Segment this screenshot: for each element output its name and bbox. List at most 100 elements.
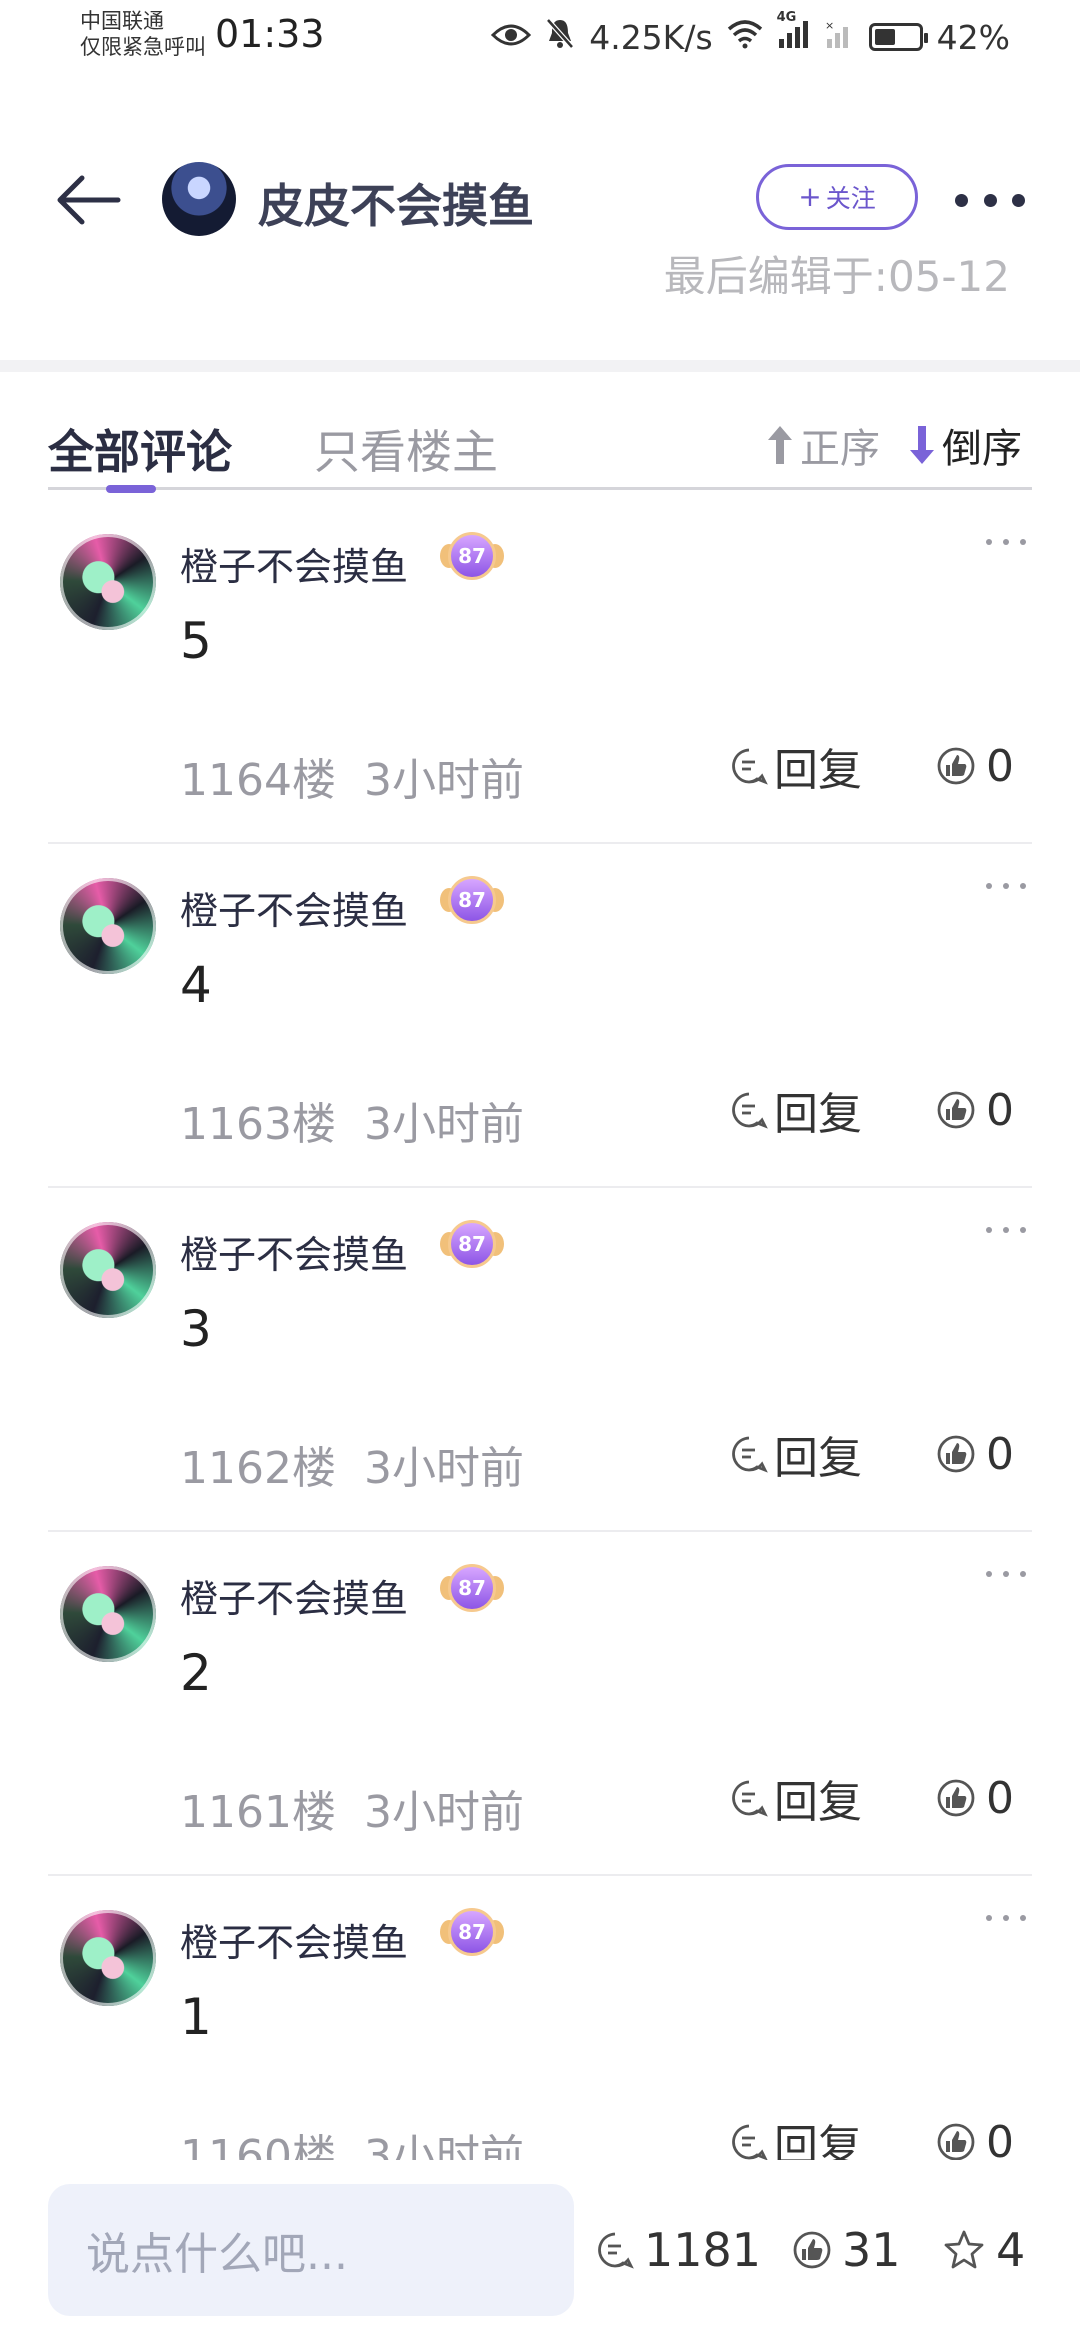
reply-button[interactable]: 回复 [730, 1770, 862, 1828]
comment-input[interactable]: 说点什么吧... [48, 2184, 574, 2316]
carrier-info: 中国联通 仅限紧急呼叫 [80, 8, 206, 60]
level-badge: 87 [440, 874, 504, 930]
comment-more-button[interactable] [986, 1910, 1026, 1926]
comment-more-button[interactable] [986, 1222, 1026, 1238]
comment-more-button[interactable] [986, 534, 1026, 550]
commenter-name[interactable]: 橙子不会摸鱼 [180, 1912, 408, 1967]
level-badge: 87 [440, 1906, 504, 1962]
sort-descending-button[interactable]: 倒序 [906, 416, 1022, 474]
commenter-avatar[interactable] [60, 1222, 156, 1318]
bottom-action-bar: 说点什么吧... 1181 31 4 [0, 2170, 1080, 2340]
tab-only-op[interactable]: 只看楼主 [314, 416, 498, 482]
bell-muted-icon [545, 17, 575, 57]
level-badge: 87 [440, 530, 504, 586]
comment-more-button[interactable] [986, 878, 1026, 894]
reply-label: 回复 [774, 2121, 862, 2160]
commenter-name[interactable]: 橙子不会摸鱼 [180, 1568, 408, 1623]
favorite-button[interactable]: 4 [942, 2214, 1025, 2286]
comments-count: 1181 [644, 2223, 762, 2277]
floor-number: 1164楼 [180, 755, 336, 806]
like-count: 0 [986, 1084, 1014, 1136]
like-button[interactable]: 0 [936, 1770, 1014, 1826]
comment-content: 4 [180, 956, 212, 1014]
thumbs-up-icon [937, 747, 975, 785]
reply-label: 回复 [774, 745, 862, 796]
commenter-name[interactable]: 橙子不会摸鱼 [180, 536, 408, 591]
comment-time: 3小时前 [364, 2131, 524, 2160]
carrier-name: 中国联通 [80, 9, 164, 33]
status-indicators: 4.25K/s 4G × 42% [491, 10, 1010, 62]
level-badge: 87 [440, 1218, 504, 1274]
follow-button[interactable]: + 关注 [756, 164, 918, 230]
net-speed: 4.25K/s [589, 17, 713, 57]
reply-button[interactable]: 回复 [730, 2114, 862, 2160]
comment-item: 橙子不会摸鱼 87 4 1163楼 3小时前 回复 0 [48, 844, 1032, 1188]
reply-bubble-icon [732, 748, 768, 785]
section-divider [0, 360, 1080, 372]
comment-time: 3小时前 [364, 1787, 524, 1838]
more-icon [955, 193, 968, 207]
commenter-avatar[interactable] [60, 878, 156, 974]
likes-count-button[interactable]: 31 [792, 2214, 901, 2286]
reply-bubble-icon [732, 2124, 768, 2160]
floor-number: 1161楼 [180, 1787, 336, 1838]
commenter-avatar[interactable] [60, 1566, 156, 1662]
commenter-avatar[interactable] [60, 534, 156, 630]
reply-button[interactable]: 回复 [730, 1082, 862, 1140]
comment-item: 橙子不会摸鱼 87 3 1162楼 3小时前 回复 0 [48, 1188, 1032, 1532]
eye-icon [491, 18, 532, 57]
floor-number: 1162楼 [180, 1443, 336, 1494]
post-header: 皮皮不会摸鱼 + 关注 [0, 140, 1080, 260]
comment-list: 橙子不会摸鱼 87 5 1164楼 3小时前 回复 0 橙子不会摸鱼 87 4 … [48, 500, 1032, 2160]
comment-more-button[interactable] [986, 1566, 1026, 1582]
commenter-name[interactable]: 橙子不会摸鱼 [180, 880, 408, 935]
comment-time: 3小时前 [364, 755, 524, 806]
level-number: 87 [448, 1220, 496, 1268]
commenter-avatar[interactable] [60, 1910, 156, 2006]
like-button[interactable]: 0 [936, 738, 1014, 794]
reply-label: 回复 [774, 1089, 862, 1140]
level-badge: 87 [440, 1562, 504, 1618]
comment-time: 3小时前 [364, 1099, 524, 1150]
level-number: 87 [448, 532, 496, 580]
comment-item: 橙子不会摸鱼 87 2 1161楼 3小时前 回复 0 [48, 1532, 1032, 1876]
battery-fill [874, 29, 895, 45]
like-button[interactable]: 0 [936, 1082, 1014, 1138]
reply-bubble-icon [732, 1436, 768, 1473]
like-button[interactable]: 0 [936, 2114, 1014, 2160]
reply-bubble-icon [732, 1092, 768, 1129]
thumbs-up-icon [793, 2231, 831, 2269]
sort-ascending-button[interactable]: 正序 [764, 416, 880, 474]
reply-button[interactable]: 回复 [730, 1426, 862, 1484]
follow-label: 关注 [825, 184, 876, 213]
thumbs-up-icon [937, 1091, 975, 1129]
battery-icon [868, 23, 928, 51]
comment-content: 5 [180, 612, 212, 670]
commenter-name[interactable]: 橙子不会摸鱼 [180, 1224, 408, 1279]
reply-label: 回复 [774, 1433, 862, 1484]
comment-content: 3 [180, 1300, 212, 1358]
level-number: 87 [448, 1564, 496, 1612]
favorites-count: 4 [996, 2223, 1026, 2277]
active-tab-indicator [106, 485, 156, 493]
like-button[interactable]: 0 [936, 1426, 1014, 1482]
comment-bubble-icon [598, 2232, 634, 2269]
likes-count: 31 [842, 2223, 901, 2277]
back-arrow-icon [57, 175, 121, 225]
reply-button[interactable]: 回复 [730, 738, 862, 796]
more-options-button[interactable] [955, 180, 1025, 220]
author-name[interactable]: 皮皮不会摸鱼 [258, 170, 534, 236]
author-avatar[interactable] [162, 162, 236, 236]
reply-bubble-icon [732, 1780, 768, 1817]
battery-percent: 42% [936, 17, 1010, 57]
signal-icon: 4G [777, 10, 811, 57]
comment-item: 橙子不会摸鱼 87 1 1160楼 3小时前 回复 0 [48, 1876, 1032, 2160]
comments-count-button[interactable]: 1181 [596, 2214, 761, 2286]
back-button[interactable] [52, 172, 122, 228]
comment-content: 2 [180, 1644, 212, 1702]
last-edit-time: 最后编辑于:05-12 [663, 252, 1010, 294]
sort-ascending-label: 正序 [800, 426, 880, 472]
like-count: 0 [986, 740, 1014, 792]
like-count: 0 [986, 1772, 1014, 1824]
tab-all-comments[interactable]: 全部评论 [48, 416, 232, 482]
